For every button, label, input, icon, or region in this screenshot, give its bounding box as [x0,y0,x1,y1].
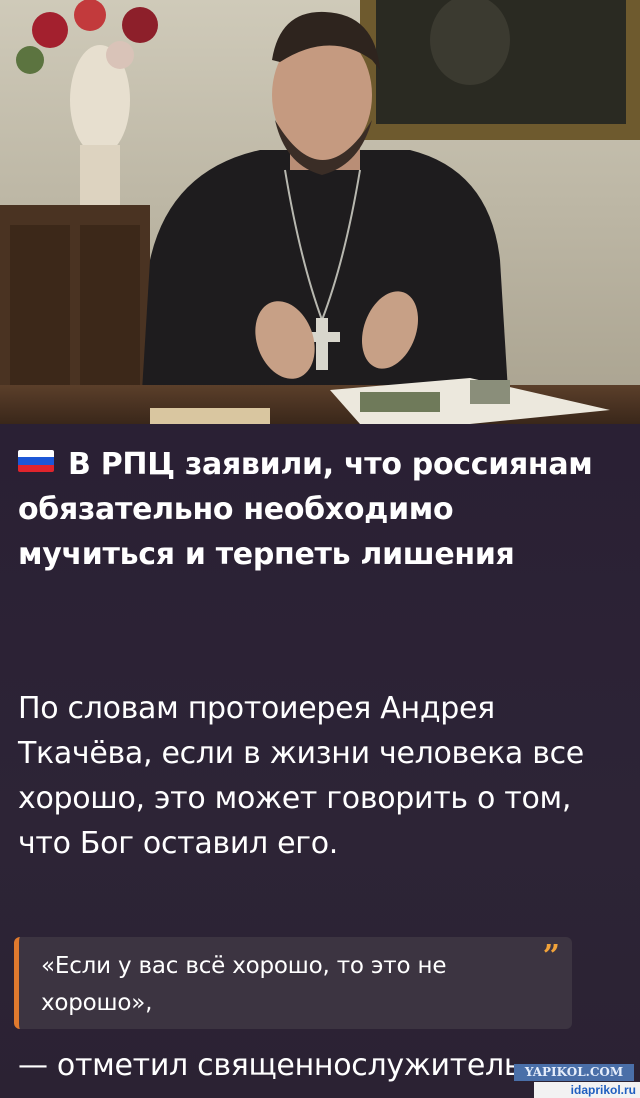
priest-photo-illustration [0,0,640,424]
watermark-top: YAPIKOL.COM [514,1064,634,1081]
quote-mark-icon: ” [542,939,560,974]
quote-block: «Если у вас всё хорошо, то это не хорошо… [14,937,572,1029]
quote-text: «Если у вас всё хорошо, то это не хорошо… [41,953,447,1016]
headline-text: В РПЦ заявили, что россиянам обязательно… [18,447,593,572]
russian-flag-icon [18,450,54,472]
post-headline: В РПЦ заявили, что россиянам обязательно… [18,442,618,577]
post-body: По словам протоиерея Андрея Ткачёва, есл… [18,691,584,861]
watermark-bottom: idaprikol.ru [534,1082,640,1098]
news-photo [0,0,640,424]
